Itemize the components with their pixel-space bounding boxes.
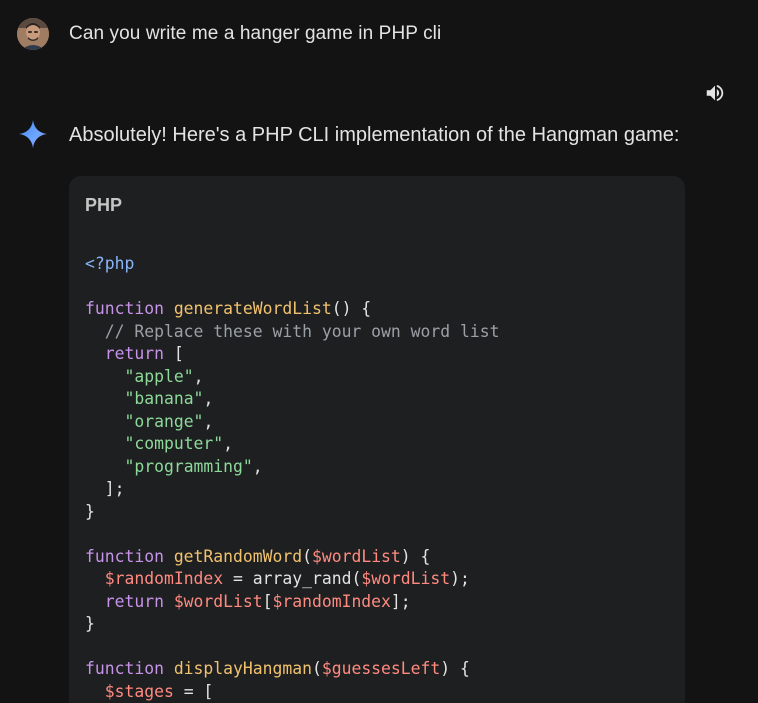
code-token: return (85, 591, 174, 611)
code-token: displayHangman (173, 659, 312, 678)
user-avatar[interactable] (17, 18, 49, 50)
code-line: } (85, 501, 499, 524)
code-token: ( (302, 546, 312, 566)
code-block: PHP <?php function generateWordList() { … (69, 176, 685, 703)
code-token: , (203, 389, 214, 408)
code-line: ]; (85, 478, 499, 501)
code-token: } (85, 614, 95, 633)
code-content[interactable]: <?php function generateWordList() { // R… (85, 253, 499, 703)
chat-page: Can you write me a hanger game in PHP cl… (0, 0, 758, 703)
user-prompt-text: Can you write me a hanger game in PHP cl… (69, 23, 442, 44)
model-response-row: Absolutely! Here's a PHP CLI implementat… (17, 118, 679, 150)
code-line: "orange", (85, 411, 499, 434)
code-line: function displayHangman($guessesLeft) { (85, 658, 499, 681)
code-token: getRandomWord (173, 546, 303, 566)
code-line: "banana", (85, 388, 499, 411)
code-token: $wordList (173, 591, 263, 611)
code-token: } (85, 501, 95, 521)
model-intro-text: Absolutely! Here's a PHP CLI implementat… (69, 124, 680, 146)
code-token: () { (331, 299, 372, 318)
code-token: $stages (104, 681, 174, 701)
code-token: "orange" (124, 411, 204, 431)
code-token: "programming" (124, 456, 253, 476)
code-line: return $wordList[$randomIndex]; (85, 591, 499, 614)
code-line: "programming", (85, 456, 499, 479)
code-token: "banana" (124, 389, 204, 408)
code-token: , (203, 411, 214, 431)
avatar-image (17, 18, 49, 50)
code-token: // Replace these with your own word list (85, 321, 500, 341)
code-token: generateWordList (173, 299, 332, 318)
code-token: <?php (85, 254, 135, 273)
code-line: $stages = [ (85, 681, 499, 703)
code-token: return (85, 344, 164, 363)
code-language-label: PHP (85, 195, 123, 215)
code-token: ) { (400, 546, 431, 566)
code-token: $wordList (311, 546, 401, 566)
code-token: $guessesLeft (321, 659, 441, 678)
code-token: ]; (85, 479, 125, 498)
code-token: function (85, 299, 174, 318)
code-line: "apple", (85, 366, 499, 389)
code-token: $wordList (361, 569, 451, 588)
gemini-spark-icon (17, 118, 49, 150)
code-token: ) { (440, 659, 470, 678)
code-line: $randomIndex = array_rand($wordList); (85, 568, 499, 591)
code-token: ( (311, 659, 322, 678)
code-line: // Replace these with your own word list (85, 321, 500, 344)
code-token: ]; (390, 591, 411, 611)
code-line: } (85, 613, 499, 636)
code-token: function (85, 546, 174, 566)
code-token: = [ (173, 681, 214, 701)
code-token: = array_rand( (223, 569, 362, 588)
code-token: , (193, 366, 204, 386)
code-token: "computer" (124, 434, 224, 453)
code-token: $randomIndex (104, 569, 224, 588)
code-token: "apple" (124, 366, 194, 386)
code-token: $randomIndex (272, 591, 391, 611)
code-token: [ (163, 344, 184, 363)
code-line: function generateWordList() { (85, 298, 499, 321)
code-token: , (223, 434, 234, 453)
user-message-row: Can you write me a hanger game in PHP cl… (17, 18, 441, 50)
speaker-icon[interactable] (704, 82, 726, 104)
code-token: , (252, 456, 263, 476)
code-token: ); (450, 569, 470, 588)
code-token: [ (262, 591, 273, 611)
code-line: function getRandomWord($wordList) { (85, 546, 499, 569)
code-line: return [ (85, 343, 499, 366)
code-line: <?php (85, 253, 499, 276)
code-token: function (85, 659, 174, 678)
code-line: "computer", (85, 433, 499, 456)
